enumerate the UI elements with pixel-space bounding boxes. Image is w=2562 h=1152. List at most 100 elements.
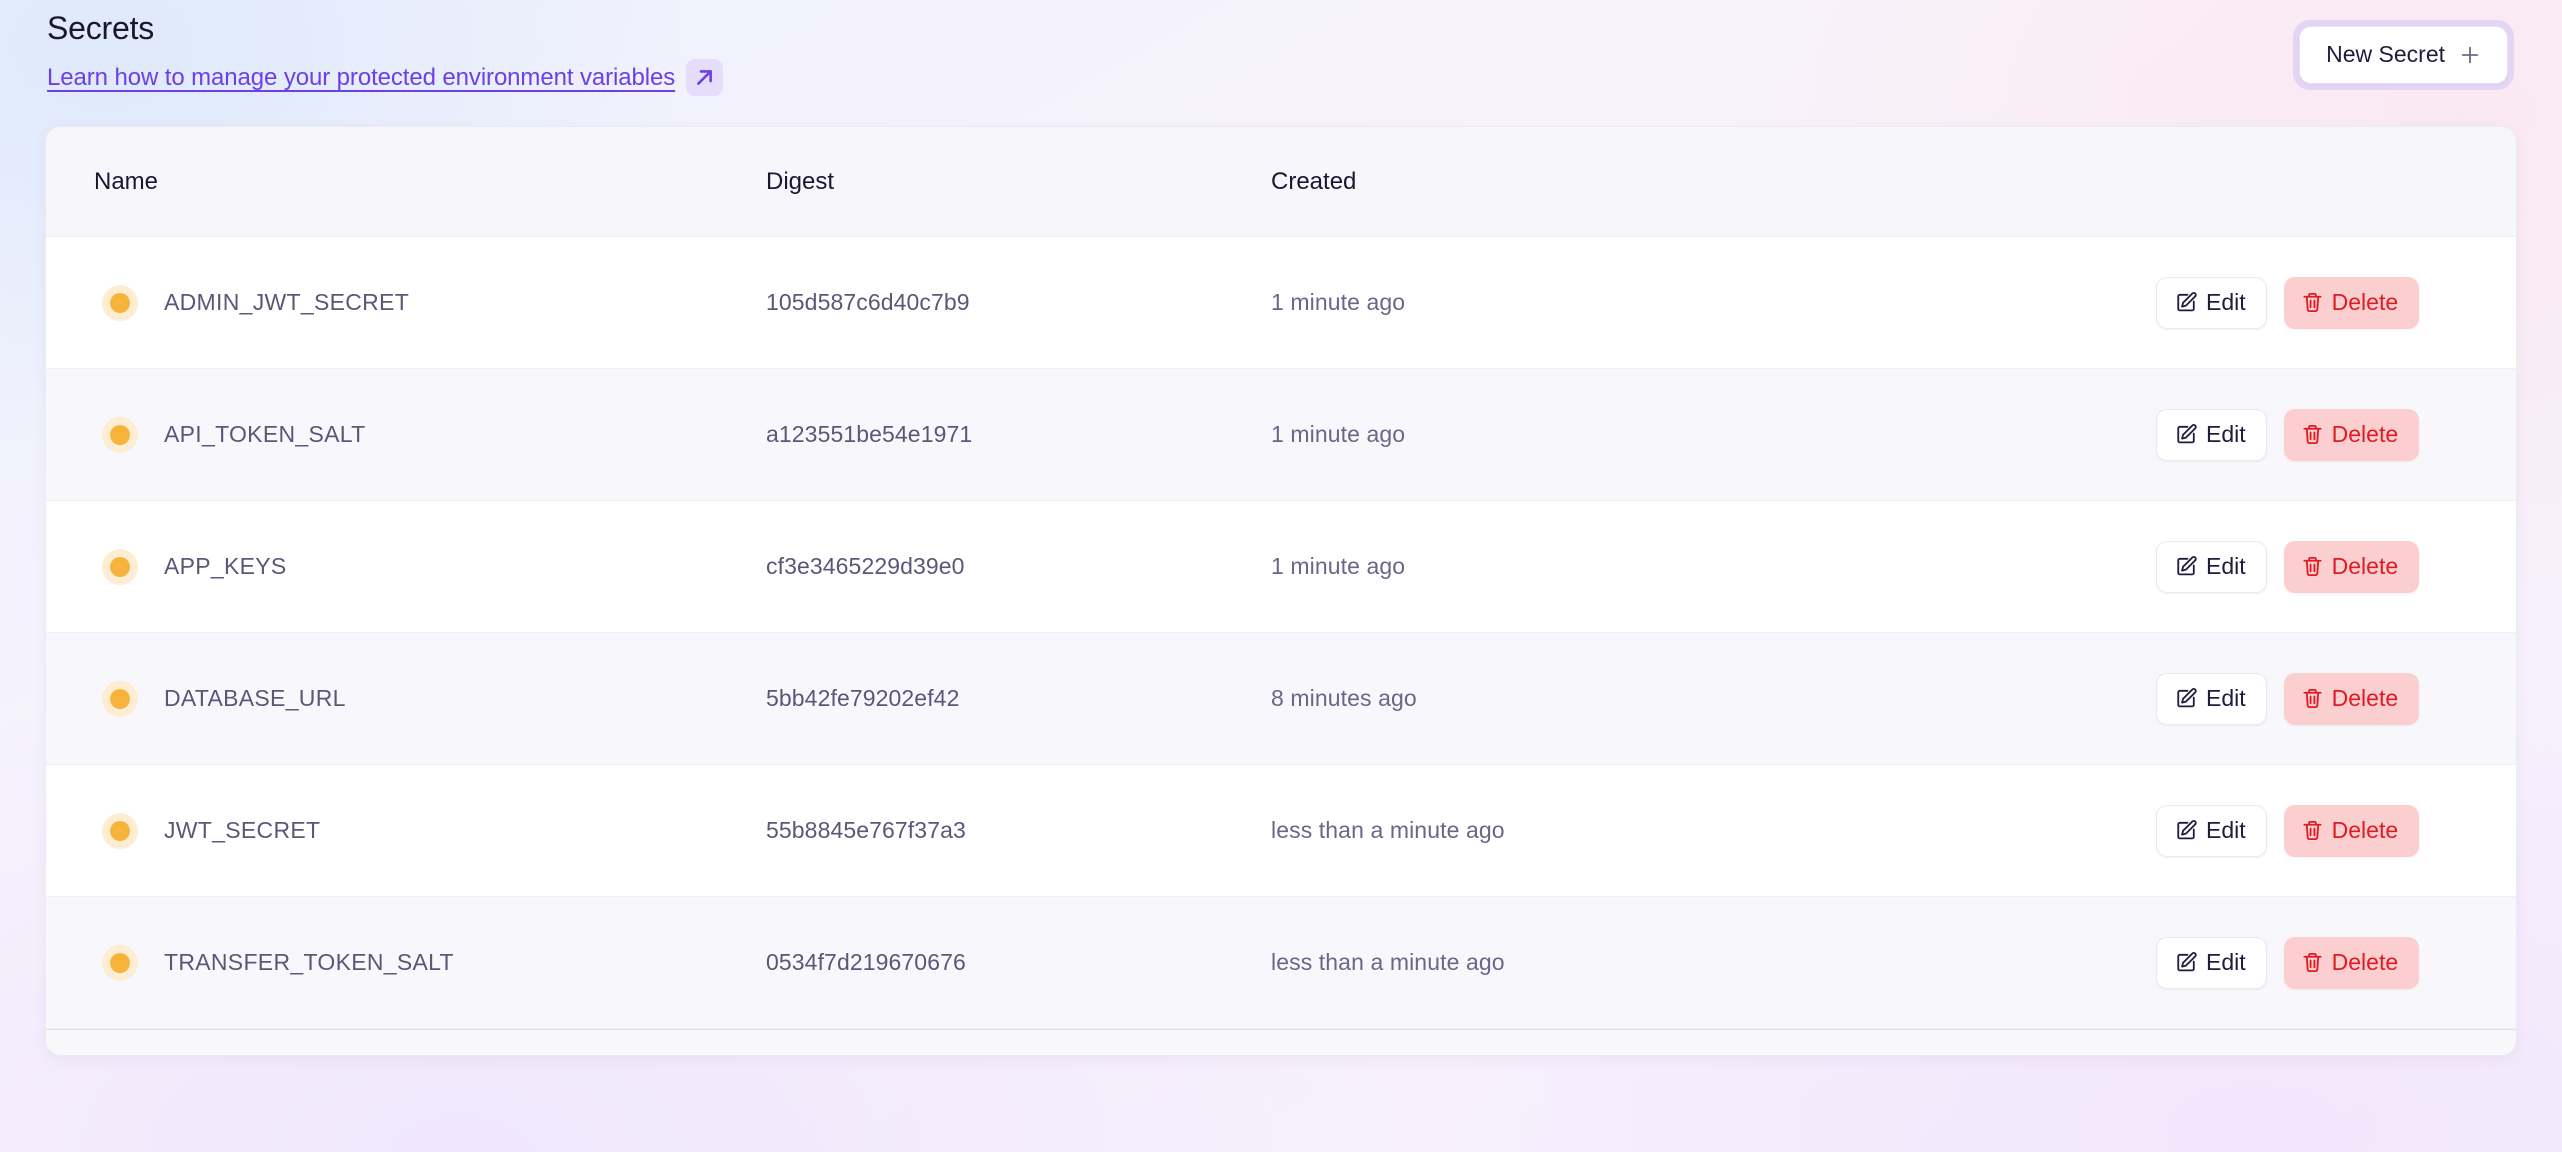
header-left-group: Secrets Learn how to manage your protect…: [45, 8, 724, 96]
status-dot-icon: [102, 680, 138, 717]
delete-button[interactable]: Delete: [2283, 936, 2420, 989]
row-name-cell: API_TOKEN_SALT: [46, 416, 766, 453]
row-created-cell: 1 minute ago: [1271, 421, 2156, 448]
delete-button[interactable]: Delete: [2283, 276, 2420, 329]
row-actions-cell: Edit Delete: [2156, 672, 2516, 725]
page-header: Secrets Learn how to manage your protect…: [45, 0, 2517, 96]
status-dot-icon: [102, 416, 138, 453]
pencil-square-edit-icon: [2177, 951, 2197, 971]
table-row[interactable]: TRANSFER_TOKEN_SALT 0534f7d219670676 les…: [46, 897, 2516, 1029]
new-secret-button-label: New Secret: [2326, 41, 2445, 67]
edit-button[interactable]: Edit: [2156, 672, 2267, 725]
row-digest-value: 0534f7d219670676: [766, 949, 966, 975]
delete-button-label: Delete: [2331, 420, 2399, 447]
trash-can-icon: [2303, 820, 2322, 840]
delete-button-label: Delete: [2331, 948, 2399, 975]
table-row[interactable]: DATABASE_URL 5bb42fe79202ef42 8 minutes …: [46, 633, 2516, 765]
trash-can-icon: [2303, 292, 2322, 312]
status-dot-icon: [102, 284, 138, 321]
row-name-cell: JWT_SECRET: [46, 812, 766, 849]
table-body: ADMIN_JWT_SECRET 105d587c6d40c7b9 1 minu…: [46, 237, 2516, 1029]
documentation-link[interactable]: Learn how to manage your protected envir…: [47, 64, 675, 92]
row-created-value: 8 minutes ago: [1271, 685, 1417, 711]
table-row[interactable]: JWT_SECRET 55b8845e767f37a3 less than a …: [46, 765, 2516, 897]
row-digest-value: 105d587c6d40c7b9: [766, 289, 970, 315]
secrets-page: Secrets Learn how to manage your protect…: [0, 0, 2562, 1152]
row-created-value: less than a minute ago: [1271, 949, 1505, 975]
column-header-name: Name: [94, 167, 159, 195]
delete-button[interactable]: Delete: [2283, 408, 2420, 461]
row-created-value: less than a minute ago: [1271, 817, 1505, 843]
status-dot-icon: [102, 548, 138, 585]
trash-can-icon: [2303, 688, 2322, 708]
secrets-table: Name Digest Created ADMIN_JWT_SECRET 105…: [46, 127, 2516, 1029]
edit-button-label: Edit: [2206, 948, 2246, 975]
delete-button[interactable]: Delete: [2283, 672, 2420, 725]
edit-button-label: Edit: [2206, 684, 2246, 711]
trash-can-icon: [2303, 424, 2322, 444]
trash-can-icon: [2303, 556, 2322, 576]
delete-button[interactable]: Delete: [2283, 540, 2420, 593]
edit-button[interactable]: Edit: [2156, 540, 2267, 593]
row-digest-cell: 105d587c6d40c7b9: [766, 289, 1271, 316]
row-created-cell: 8 minutes ago: [1271, 685, 2156, 712]
column-header-digest-cell: Digest: [766, 168, 1271, 196]
row-actions-cell: Edit Delete: [2156, 276, 2516, 329]
edit-button[interactable]: Edit: [2156, 804, 2267, 857]
row-digest-value: cf3e3465229d39e0: [766, 553, 965, 579]
new-secret-button[interactable]: New Secret: [2299, 26, 2508, 84]
status-dot-icon: [102, 812, 138, 849]
delete-button[interactable]: Delete: [2283, 804, 2420, 857]
row-created-value: 1 minute ago: [1271, 421, 1406, 447]
pencil-square-edit-icon: [2177, 291, 2197, 311]
documentation-link-row[interactable]: Learn how to manage your protected envir…: [47, 59, 724, 96]
edit-button-label: Edit: [2206, 288, 2246, 315]
table-row[interactable]: APP_KEYS cf3e3465229d39e0 1 minute ago E…: [46, 501, 2516, 633]
row-digest-value: a123551be54e1971: [766, 421, 973, 447]
row-created-value: 1 minute ago: [1271, 553, 1406, 579]
column-header-created-cell: Created: [1271, 168, 2156, 196]
row-created-cell: less than a minute ago: [1271, 817, 2156, 844]
row-actions-cell: Edit Delete: [2156, 936, 2516, 989]
row-digest-value: 5bb42fe79202ef42: [766, 685, 960, 711]
delete-button-label: Delete: [2331, 552, 2399, 579]
row-created-cell: 1 minute ago: [1271, 553, 2156, 580]
row-secret-name: ADMIN_JWT_SECRET: [164, 289, 410, 315]
delete-button-label: Delete: [2331, 816, 2399, 843]
status-dot-core: [110, 952, 130, 973]
secrets-table-card: Name Digest Created ADMIN_JWT_SECRET 105…: [45, 126, 2517, 1056]
status-dot-core: [110, 688, 130, 709]
row-name-cell: ADMIN_JWT_SECRET: [46, 284, 766, 321]
external-link-arrow-icon[interactable]: [686, 59, 724, 96]
table-row[interactable]: ADMIN_JWT_SECRET 105d587c6d40c7b9 1 minu…: [46, 237, 2516, 369]
status-dot-icon: [102, 944, 138, 981]
plus-icon: [2461, 46, 2479, 63]
column-header-created: Created: [1271, 167, 1357, 195]
row-created-cell: 1 minute ago: [1271, 289, 2156, 316]
row-name-cell: DATABASE_URL: [46, 680, 766, 717]
edit-button[interactable]: Edit: [2156, 276, 2267, 329]
edit-button-label: Edit: [2206, 816, 2246, 843]
delete-button-label: Delete: [2331, 288, 2399, 315]
row-digest-value: 55b8845e767f37a3: [766, 817, 966, 843]
row-name-cell: APP_KEYS: [46, 548, 766, 585]
row-digest-cell: 55b8845e767f37a3: [766, 817, 1271, 844]
page-title: Secrets: [47, 10, 155, 46]
edit-button[interactable]: Edit: [2156, 936, 2267, 989]
row-created-cell: less than a minute ago: [1271, 949, 2156, 976]
edit-button[interactable]: Edit: [2156, 408, 2267, 461]
pencil-square-edit-icon: [2177, 555, 2197, 575]
edit-button-label: Edit: [2206, 420, 2246, 447]
row-digest-cell: 0534f7d219670676: [766, 949, 1271, 976]
status-dot-core: [110, 820, 130, 841]
row-actions-cell: Edit Delete: [2156, 540, 2516, 593]
row-secret-name: TRANSFER_TOKEN_SALT: [164, 949, 454, 975]
status-dot-core: [110, 292, 130, 313]
pencil-square-edit-icon: [2177, 423, 2197, 443]
trash-can-icon: [2303, 952, 2322, 972]
table-footer: [46, 1029, 2516, 1055]
row-actions-cell: Edit Delete: [2156, 408, 2516, 461]
row-secret-name: DATABASE_URL: [164, 685, 346, 711]
table-row[interactable]: API_TOKEN_SALT a123551be54e1971 1 minute…: [46, 369, 2516, 501]
row-secret-name: JWT_SECRET: [164, 817, 321, 843]
